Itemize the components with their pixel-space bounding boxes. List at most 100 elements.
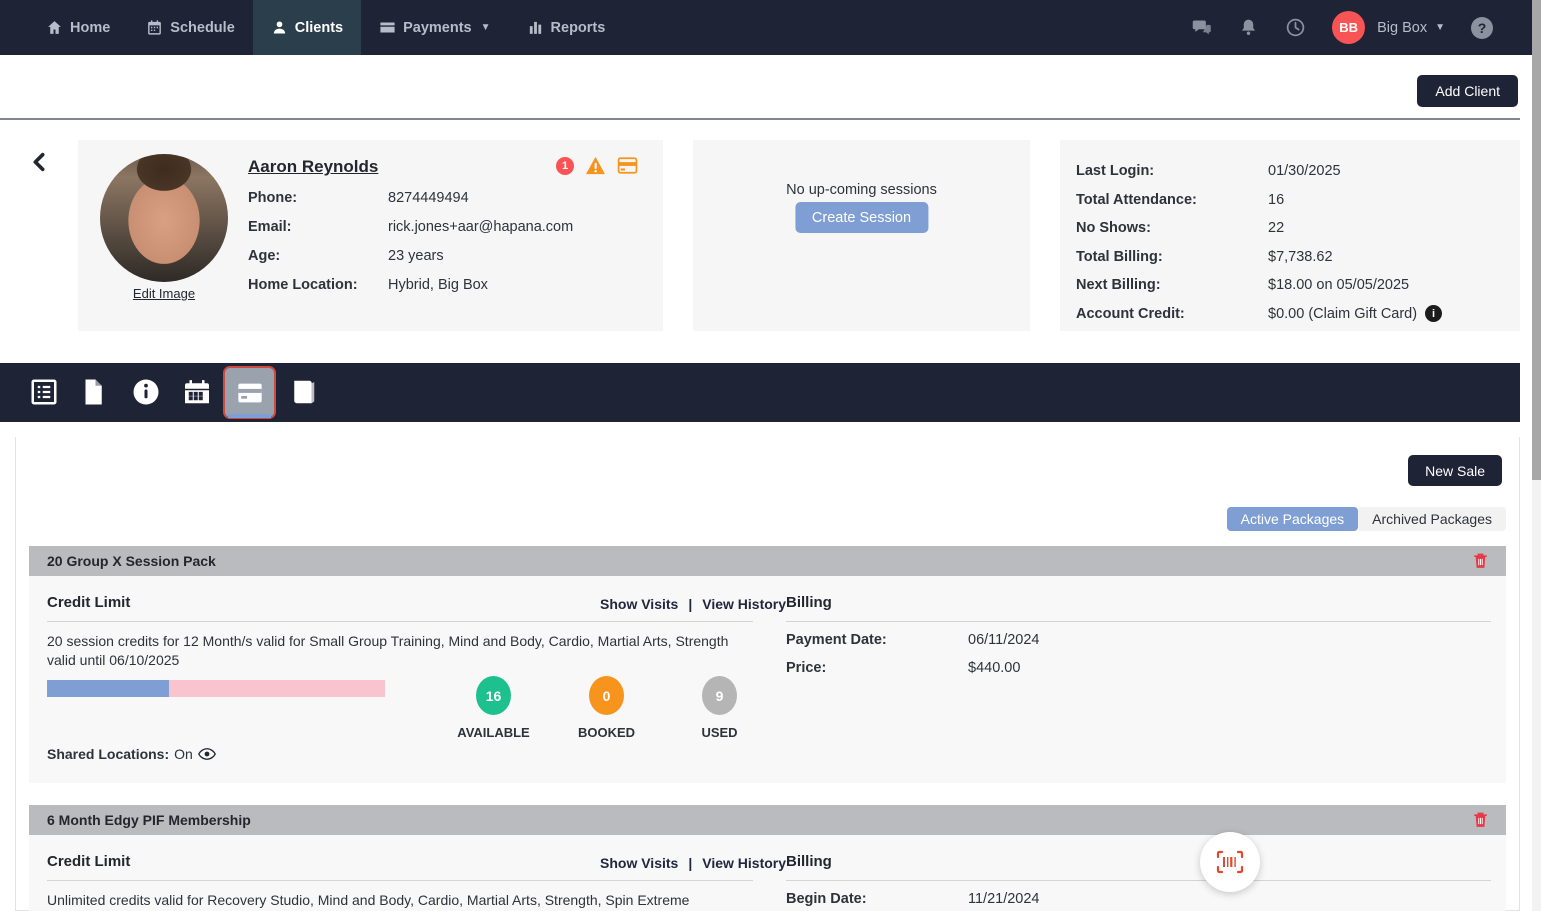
billing-rows: Begin Date:11/21/2024: [786, 891, 1040, 911]
billing-value: $440.00: [968, 660, 1020, 688]
package-tabs: Active Packages Archived Packages: [1227, 507, 1506, 531]
billing-row: Price:$440.00: [786, 660, 1040, 688]
nav-item-clients[interactable]: Clients: [253, 0, 361, 55]
barcode-scan-fab[interactable]: [1200, 832, 1260, 892]
client-badges: 1: [556, 156, 638, 175]
package-title: 20 Group X Session Pack: [47, 553, 216, 569]
package-description: 20 session credits for 12 Month/s valid …: [47, 632, 759, 670]
divider: [0, 118, 1520, 120]
stat-row: Next Billing:$18.00 on 05/05/2025: [1076, 271, 1504, 300]
client-photo: [100, 154, 228, 282]
client-name-link[interactable]: Aaron Reynolds: [248, 157, 378, 177]
view-history-link[interactable]: View History: [702, 855, 786, 871]
nav-item-label: Home: [70, 20, 110, 36]
barcode-icon: [1216, 850, 1244, 874]
delete-package-icon[interactable]: [1472, 552, 1489, 570]
link-divider: |: [688, 855, 692, 871]
credit-limit-title: Credit Limit: [47, 594, 130, 611]
billing-title: Billing: [786, 594, 832, 611]
document-tab-icon[interactable]: [78, 377, 108, 407]
help-icon[interactable]: ?: [1471, 17, 1493, 39]
payment-tab-icon: [236, 379, 264, 407]
warning-icon[interactable]: [585, 156, 606, 175]
payment-tab-active[interactable]: [223, 366, 276, 419]
nav-item-home[interactable]: Home: [28, 0, 128, 55]
field-row: Phone:8274449494: [248, 190, 573, 219]
stat-value: 16: [1268, 192, 1284, 208]
nav-item-schedule[interactable]: Schedule: [128, 0, 252, 55]
client-fields: Phone:8274449494 Email:rick.jones+aar@ha…: [248, 190, 573, 306]
edit-image-link[interactable]: Edit Image: [100, 286, 228, 301]
calendar-tab-icon[interactable]: [182, 377, 212, 407]
package-title: 6 Month Edgy PIF Membership: [47, 812, 251, 828]
person-icon: [271, 19, 288, 36]
list-tab-icon[interactable]: [29, 377, 59, 407]
tab-archived-packages[interactable]: Archived Packages: [1358, 507, 1506, 531]
scrollbar-thumb[interactable]: [1532, 0, 1541, 480]
billing-rows: Payment Date:06/11/2024 Price:$440.00: [786, 632, 1040, 688]
payment-card-icon[interactable]: [617, 157, 638, 174]
billing-value: 06/11/2024: [968, 632, 1040, 660]
notebook-tab-icon[interactable]: [288, 377, 318, 407]
active-tab-indicator: [228, 414, 271, 418]
divider: [47, 880, 753, 881]
add-client-button[interactable]: Add Client: [1417, 75, 1518, 107]
avatar[interactable]: BB: [1332, 11, 1365, 44]
show-visits-link[interactable]: Show Visits: [600, 855, 678, 871]
billing-value: 11/21/2024: [968, 891, 1040, 911]
eye-icon[interactable]: [198, 747, 216, 761]
credit-limit-title: Credit Limit: [47, 853, 130, 870]
show-visits-link[interactable]: Show Visits: [600, 596, 678, 612]
billing-label: Payment Date:: [786, 632, 968, 660]
nav-item-payments[interactable]: Payments ▼: [361, 0, 508, 55]
bar-chart-icon: [527, 19, 544, 36]
calendar-icon: [146, 19, 163, 36]
clock-icon[interactable]: [1285, 17, 1306, 38]
top-navbar: Home Schedule Clients Payments ▼ Reports: [0, 0, 1541, 55]
shared-locations-value: On: [174, 746, 193, 762]
nav-item-label: Reports: [551, 20, 606, 36]
package-description: Unlimited credits valid for Recovery Stu…: [47, 891, 689, 910]
client-profile-card: Edit Image Aaron Reynolds Phone:82744494…: [78, 140, 663, 331]
no-sessions-message: No up-coming sessions: [693, 182, 1030, 198]
field-row: Email:rick.jones+aar@hapana.com: [248, 219, 573, 248]
stat-value: 01/30/2025: [1268, 163, 1341, 179]
chevron-left-icon[interactable]: [28, 150, 50, 174]
package-card: 20 Group X Session Pack Credit Limit Sho…: [29, 546, 1506, 783]
stat-label: Last Login:: [1076, 163, 1268, 179]
field-value: 8274449494: [388, 190, 469, 206]
scrollbar[interactable]: [1532, 0, 1541, 911]
nav-item-reports[interactable]: Reports: [509, 0, 624, 55]
nav-item-label: Payments: [403, 20, 472, 36]
progress-used-segment: [47, 680, 169, 697]
new-sale-button[interactable]: New Sale: [1408, 455, 1502, 486]
shared-locations-label: Shared Locations:: [47, 746, 169, 762]
bell-icon[interactable]: [1238, 17, 1259, 38]
billing-row: Begin Date:11/21/2024: [786, 891, 1040, 911]
stat-row: No Shows:22: [1076, 214, 1504, 243]
create-session-button[interactable]: Create Session: [795, 202, 928, 233]
stat-row: Last Login:01/30/2025: [1076, 157, 1504, 186]
alert-count-badge[interactable]: 1: [556, 157, 574, 175]
account-menu[interactable]: Big Box ▼: [1377, 20, 1445, 36]
stat-value: $18.00 on 05/05/2025: [1268, 277, 1409, 293]
stats-rows: Last Login:01/30/2025 Total Attendance:1…: [1076, 157, 1504, 328]
delete-package-icon[interactable]: [1472, 811, 1489, 829]
view-history-link[interactable]: View History: [702, 596, 786, 612]
counter-available: 16 AVAILABLE: [437, 676, 550, 740]
stat-row: Total Attendance:16: [1076, 186, 1504, 215]
info-icon[interactable]: i: [1425, 305, 1442, 322]
divider: [786, 880, 1491, 881]
package-card: 6 Month Edgy PIF Membership Credit Limit…: [29, 805, 1506, 911]
billing-row: Payment Date:06/11/2024: [786, 632, 1040, 660]
tab-active-packages[interactable]: Active Packages: [1227, 507, 1359, 531]
divider: [786, 621, 1491, 622]
counter-used: 9 USED: [663, 676, 776, 740]
info-tab-icon[interactable]: [131, 377, 161, 407]
counter-value: 9: [702, 676, 737, 715]
stat-value: $0.00 (Claim Gift Card): [1268, 306, 1417, 322]
chat-icon[interactable]: [1191, 17, 1212, 38]
nav-menu: Home Schedule Clients Payments ▼ Reports: [0, 0, 623, 55]
field-value: 23 years: [388, 248, 444, 264]
field-label: Home Location:: [248, 277, 388, 293]
